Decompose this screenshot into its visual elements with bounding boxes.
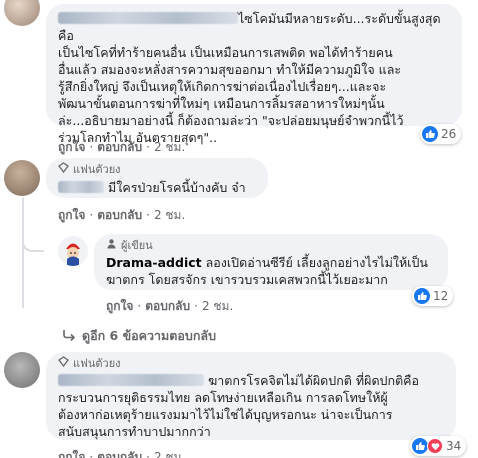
like-button[interactable]: ถูกใจ	[58, 208, 85, 222]
comment-1-avatar[interactable]	[4, 0, 40, 26]
thread-elbow	[22, 230, 44, 252]
reply-1-line: ฆาตกร โดยสรจักร เขารวบรวมเคสพวกนี้ไว้เยอ…	[106, 272, 388, 287]
reaction-count: 26	[441, 127, 457, 141]
comment-2-text: มีใครป่วยโรคนี้บ้างคับ จ๋า	[58, 179, 256, 196]
fan-badge-icon	[58, 356, 69, 370]
comment-3-avatar[interactable]	[4, 352, 40, 388]
commenter-name-redacted[interactable]	[58, 12, 238, 24]
fan-badge[interactable]: แฟนตัวยง	[58, 162, 256, 176]
comment-1-line: ล่ะ...อธิบายมาอย่างนี้ ก็ต้องถามล่ะว่า "…	[58, 113, 404, 128]
comment-1-line: รู้สึกยิ่งใหญ่ จึงเป็นเหตุให้เกิดการฆ่าต…	[58, 79, 387, 94]
author-badge-icon	[106, 238, 117, 252]
reply-button[interactable]: ตอบกลับ	[97, 208, 142, 222]
comment-1-line: อื่นแล้ว สมองจะหลั่งสารความสุขออกมา ทำให…	[58, 62, 402, 77]
author-name-link[interactable]: Drama-addict	[106, 255, 202, 270]
drama-addict-avatar[interactable]	[58, 236, 88, 266]
comment-3-line: กระบวนการยุติธรรมไทย ลดโทษง่ายเหลือเกิน …	[58, 390, 388, 405]
reply-button[interactable]: ตอบกลับ	[97, 450, 142, 458]
thread-line	[22, 198, 24, 308]
heart-icon	[427, 438, 443, 454]
comment-1-text: ไซโคมันมีหลายระดับ...ระดับขั้นสูงสุดคือ …	[58, 10, 450, 146]
timestamp[interactable]: 2 ชม.	[154, 140, 185, 154]
fan-badge[interactable]: แฟนตัวยง	[58, 356, 444, 370]
author-badge[interactable]: ผู้เขียน	[106, 238, 436, 252]
commenter-name-redacted[interactable]	[58, 181, 104, 193]
timestamp[interactable]: 2 ชม.	[202, 299, 233, 313]
reply-1-reactions[interactable]: 12	[412, 286, 454, 306]
comment-1-bubble: ไซโคมันมีหลายระดับ...ระดับขั้นสูงสุดคือ …	[46, 4, 462, 145]
like-button[interactable]: ถูกใจ	[58, 450, 85, 458]
comment-1-line: พัฒนาขั้นตอนการฆ่าที่ใหม่ๆ เหมือนการลิ้ม…	[58, 96, 385, 111]
comment-2-bubble: แฟนตัวยง มีใครป่วยโรคนี้บ้างคับ จ๋า	[46, 158, 268, 198]
comment-2-actions: ถูกใจ · ตอบกลับ · 2 ชม.	[58, 208, 186, 222]
reaction-count: 12	[433, 289, 449, 303]
timestamp[interactable]: 2 ชม.	[154, 208, 185, 222]
reply-1-bubble: ผู้เขียน Drama-addict ลองเปิดอ่านซีรีย์ …	[94, 234, 448, 290]
reply-arrow-icon	[62, 329, 76, 344]
like-icon	[412, 438, 428, 454]
fan-badge-label: แฟนตัวยง	[73, 163, 121, 176]
commenter-name-redacted[interactable]	[58, 374, 204, 386]
reply-button[interactable]: ตอบกลับ	[97, 140, 142, 154]
comment-2-avatar[interactable]	[4, 160, 40, 196]
comment-3-line: ต้องหาก่อเหตุร้ายแรงมมาไว้ไม่ใช่ได้บุญหร…	[58, 407, 393, 422]
fan-badge-icon	[58, 162, 69, 176]
reply-1-text: Drama-addict ลองเปิดอ่านซีรีย์ เลี้ยงลูก…	[106, 254, 436, 288]
comment-3-reactions[interactable]: 34	[410, 436, 467, 456]
view-more-replies[interactable]: ดูอีก 6 ข้อความตอบกลับ	[62, 326, 216, 346]
timestamp[interactable]: 2 ชม.	[154, 450, 185, 458]
like-icon	[414, 288, 430, 304]
reply-button[interactable]: ตอบกลับ	[145, 299, 190, 313]
like-icon	[422, 126, 438, 142]
like-button[interactable]: ถูกใจ	[58, 140, 85, 154]
reaction-count: 34	[446, 439, 462, 453]
comment-3-text: ฆาตกรโรคจิตไม่ได้ผิดปกติ ที่ผิดปกติคือ ก…	[58, 372, 444, 440]
comment-3-line: สนับสนุนการทำบาปมากกว่า	[58, 424, 211, 439]
author-badge-label: ผู้เขียน	[121, 239, 153, 252]
like-button[interactable]: ถูกใจ	[106, 299, 133, 313]
comment-1-reactions[interactable]: 26	[420, 124, 462, 144]
comment-1-line: เป็นไซโคที่ทำร้ายคนอื่น เป็นเหมือนการเสพ…	[58, 45, 393, 60]
comment-3-actions: ถูกใจ · ตอบกลับ · 2 ชม.	[58, 448, 185, 458]
fan-badge-label: แฟนตัวยง	[73, 357, 121, 370]
comment-3-bubble: แฟนตัวยง ฆาตกรโรคจิตไม่ได้ผิดปกติ ที่ผิด…	[46, 352, 456, 440]
comment-1-actions: ถูกใจ · ตอบกลับ · 2 ชม.	[58, 140, 186, 154]
reply-1-actions: ถูกใจ · ตอบกลับ · 2 ชม.	[106, 299, 234, 313]
view-more-label: ดูอีก 6 ข้อความตอบกลับ	[82, 328, 217, 343]
